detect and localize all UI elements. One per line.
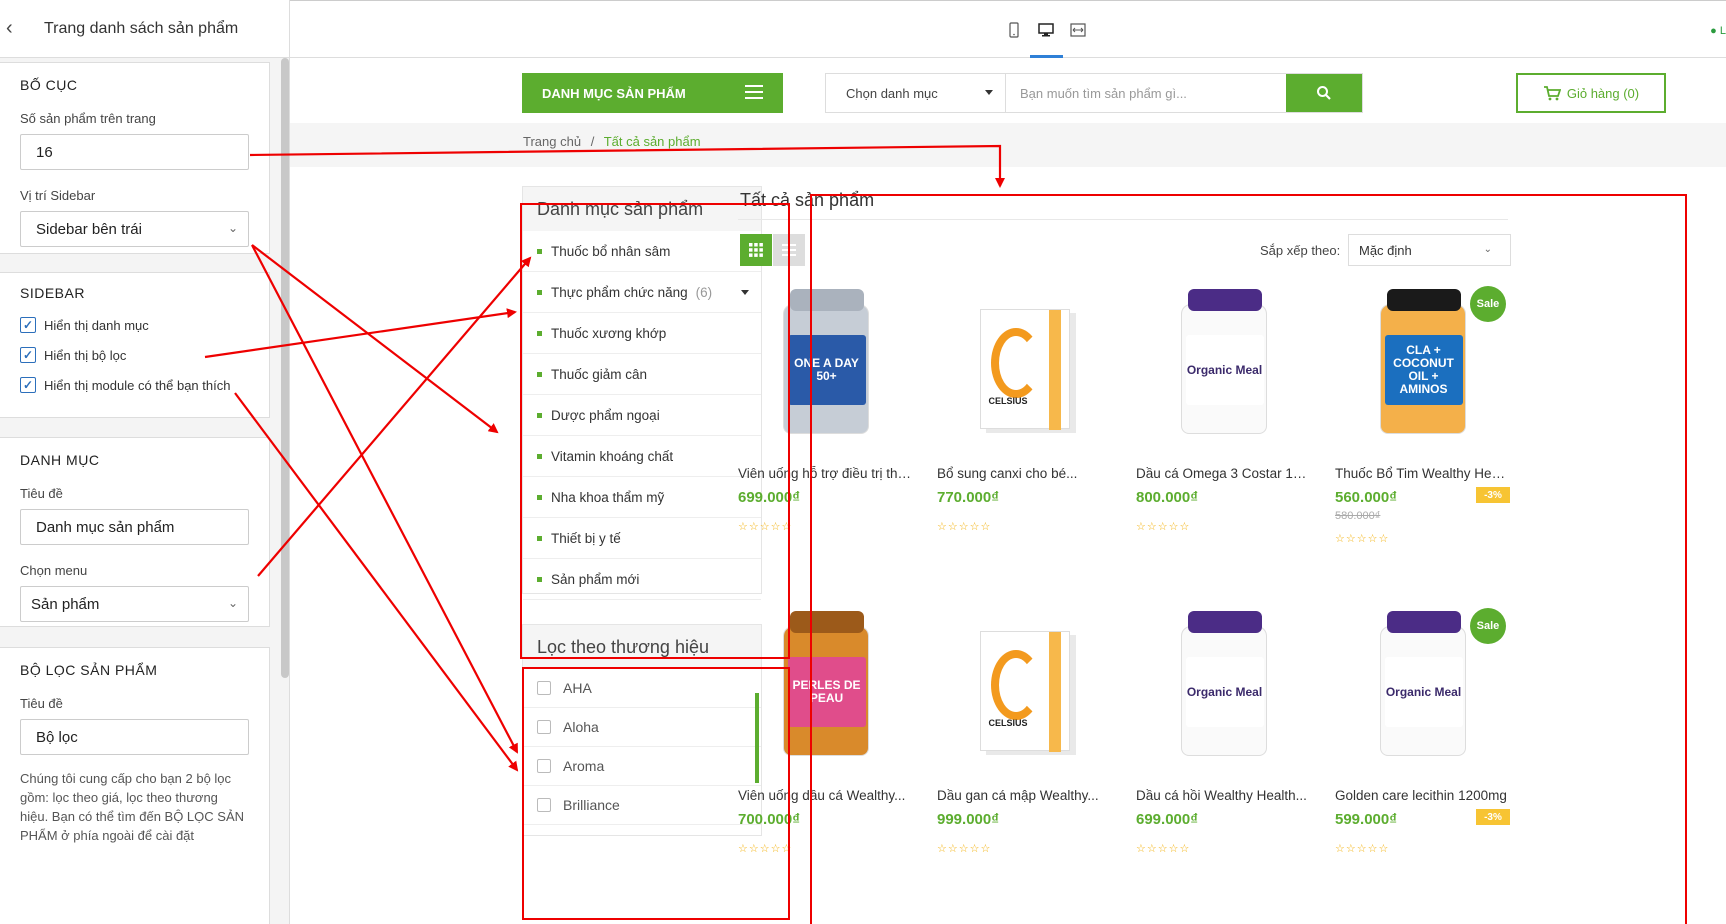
sidebar-heading: SIDEBAR: [20, 285, 85, 301]
layout-heading: BỐ CỤC: [20, 77, 78, 93]
show-filter-checkbox[interactable]: ✓ Hiển thị bộ lọc: [20, 347, 249, 363]
category-title-input[interactable]: Danh mục sản phẩm: [20, 509, 249, 545]
filter-title-label: Tiêu đề: [20, 696, 63, 711]
search-category-select[interactable]: Chọn danh mục: [826, 74, 1006, 112]
search-bar: Chọn danh mục Bạn muốn tìm sản phẩm gì..…: [825, 73, 1363, 113]
annotation-box-brand-filter: [522, 667, 790, 920]
filter-card: BỘ LỌC SẢN PHẨM Tiêu đề Bộ lọc Chúng tôi…: [0, 647, 270, 924]
breadcrumb: Trang chủ / Tất cả sản phẩm: [523, 134, 701, 149]
category-card: DANH MỤC Tiêu đề Danh mục sản phẩm Chọn …: [0, 437, 270, 627]
panel-scrollbar[interactable]: [281, 58, 289, 678]
sidebar-position-label: Vị trí Sidebar: [20, 188, 96, 203]
show-category-checkbox[interactable]: ✓ Hiển thị danh mục: [20, 317, 249, 333]
per-page-input[interactable]: 16: [20, 134, 249, 170]
search-icon: [1317, 86, 1331, 100]
breadcrumb-current: Tất cả sản phẩm: [603, 134, 701, 149]
filter-description: Chúng tôi cung cấp cho bạn 2 bộ lọc gồm:…: [20, 771, 245, 843]
check-icon: ✓: [20, 317, 36, 333]
preview-topbar: ● L: [290, 0, 1726, 58]
cart-button[interactable]: Giỏ hàng (0): [1516, 73, 1666, 113]
search-button[interactable]: [1286, 74, 1362, 112]
category-heading: DANH MỤC: [20, 452, 100, 468]
category-menu-button[interactable]: DANH MỤC SẢN PHẨM: [522, 73, 783, 113]
layout-card: BỐ CỤC Số sản phẩm trên trang 16 Vị trí …: [0, 62, 270, 254]
caret-down-icon: [985, 90, 993, 95]
device-switcher: [1006, 21, 1086, 39]
breadcrumb-bar: [290, 123, 1726, 167]
sidebar-card: SIDEBAR ✓ Hiển thị danh mục ✓ Hiển thị bộ …: [0, 272, 270, 418]
sidebar-position-select[interactable]: Sidebar bên trái ⌄: [20, 211, 249, 247]
panel-title: Trang danh sách sản phẩm: [44, 19, 239, 37]
filter-title-input[interactable]: Bộ lọc: [20, 719, 249, 755]
annotation-box-categories: [520, 203, 790, 659]
back-arrow-icon[interactable]: ‹: [6, 17, 26, 40]
hamburger-icon: [745, 85, 763, 103]
editor-root: ‹ Trang danh sách sản phẩm BỐ CỤC Số sản…: [0, 0, 1726, 924]
check-icon: ✓: [20, 377, 36, 393]
search-input[interactable]: Bạn muốn tìm sản phẩm gì...: [1006, 74, 1286, 112]
category-title-label: Tiêu đề: [20, 486, 63, 501]
menu-label: Chọn menu: [20, 563, 88, 578]
breadcrumb-home[interactable]: Trang chủ: [523, 134, 581, 149]
show-likes-checkbox[interactable]: ✓ Hiển thị module có thể bạn thích: [20, 377, 249, 393]
filter-heading: BỘ LỌC SẢN PHẨM: [20, 662, 158, 678]
chevron-down-icon: ⌄: [227, 221, 238, 235]
annotation-box-products: [810, 194, 1687, 924]
fullwidth-icon[interactable]: [1070, 21, 1086, 39]
desktop-icon[interactable]: [1038, 21, 1054, 39]
check-icon: ✓: [20, 347, 36, 363]
panel-header: ‹ Trang danh sách sản phẩm: [0, 0, 289, 58]
menu-select[interactable]: Sản phẩm ⌄: [20, 586, 249, 622]
mobile-icon[interactable]: [1006, 21, 1022, 39]
per-page-label: Số sản phẩm trên trang: [20, 111, 156, 126]
status-indicator: ● L: [1710, 25, 1726, 37]
chevron-down-icon: ⌄: [227, 596, 238, 610]
settings-panel: ‹ Trang danh sách sản phẩm BỐ CỤC Số sản…: [0, 0, 290, 924]
cart-icon: [1543, 86, 1561, 101]
